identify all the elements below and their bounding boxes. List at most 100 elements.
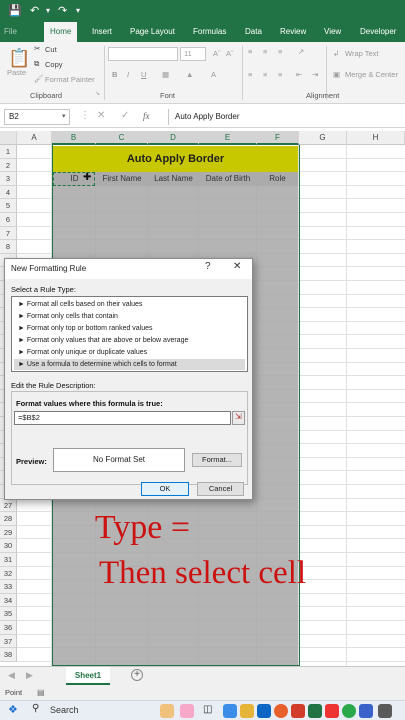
font-name-box[interactable] xyxy=(108,47,178,61)
zoom-icon[interactable] xyxy=(359,704,373,718)
whatsapp-icon[interactable] xyxy=(342,704,356,718)
merge-center-button[interactable]: Merge & Center xyxy=(345,70,398,79)
accessibility-icon[interactable]: ▤ xyxy=(37,688,45,697)
dialog-close-button[interactable]: ✕ xyxy=(233,261,241,272)
save-icon[interactable]: 💾 xyxy=(8,4,22,17)
scroll-sheets-left-icon[interactable]: ◀ xyxy=(8,670,15,681)
copy-button[interactable]: Copy xyxy=(45,60,63,69)
orientation-icon[interactable]: ↗ xyxy=(298,47,304,56)
column-header-e[interactable]: E xyxy=(199,131,257,145)
rule-formula-input[interactable]: =$B$2 xyxy=(14,411,231,425)
fill-color-icon[interactable]: ▲ xyxy=(186,70,193,79)
shrink-font-icon[interactable]: Aˇ xyxy=(226,49,234,58)
borders-icon[interactable]: ▦ xyxy=(162,70,169,79)
insert-function-icon[interactable]: fx xyxy=(143,111,150,121)
tab-formulas[interactable]: Formulas xyxy=(193,22,226,42)
formula-input[interactable]: Auto Apply Border xyxy=(168,109,401,125)
bold-button[interactable]: B xyxy=(112,70,117,79)
format-painter-button[interactable]: Format Painter xyxy=(45,75,95,84)
tab-insert[interactable]: Insert xyxy=(92,22,112,42)
row-header[interactable]: 37 xyxy=(0,634,17,649)
cancel-button[interactable]: Cancel xyxy=(197,482,244,496)
taskbar-search-box[interactable]: Search xyxy=(50,705,79,715)
widgets-icon[interactable] xyxy=(160,704,174,718)
file-explorer-icon[interactable] xyxy=(240,704,254,718)
rule-option-unique-duplicate[interactable]: ► Format only unique or duplicate values xyxy=(14,347,245,358)
rule-type-list[interactable]: ► Format all cells based on their values… xyxy=(11,296,248,372)
select-all-corner[interactable] xyxy=(0,131,17,145)
align-middle-icon[interactable]: ≡ xyxy=(263,47,267,56)
task-view-icon[interactable]: ◫ xyxy=(203,704,212,715)
paste-button[interactable]: Paste xyxy=(7,68,26,77)
row-header[interactable]: 38 xyxy=(0,648,17,662)
tab-developer[interactable]: Developer xyxy=(360,22,396,42)
cut-button[interactable]: Cut xyxy=(45,45,57,54)
rule-option-all-cells[interactable]: ► Format all cells based on their values xyxy=(14,299,245,310)
tab-file[interactable]: File xyxy=(4,22,17,42)
increase-indent-icon[interactable]: ⇥ xyxy=(312,70,318,79)
clipboard-launcher-icon[interactable]: ↘ xyxy=(95,90,100,97)
ok-button[interactable]: OK xyxy=(141,482,189,496)
sheet-tab-sheet1[interactable]: Sheet1 xyxy=(66,667,110,685)
recorder-icon[interactable] xyxy=(325,704,339,718)
windows-start-icon[interactable]: ❖ xyxy=(8,703,18,716)
rule-option-cells-contain[interactable]: ► Format only cells that contain xyxy=(14,311,245,322)
rule-option-top-bottom[interactable]: ► Format only top or bottom ranked value… xyxy=(14,323,245,334)
tab-review[interactable]: Review xyxy=(280,22,306,42)
confirm-entry-icon[interactable]: ✓ xyxy=(121,110,129,121)
firefox-icon[interactable] xyxy=(274,704,288,718)
align-left-icon[interactable]: ≡ xyxy=(248,70,252,79)
copilot-icon[interactable] xyxy=(180,704,194,718)
rule-option-use-formula[interactable]: ► Use a formula to determine which cells… xyxy=(14,359,245,370)
align-bottom-icon[interactable]: ≡ xyxy=(278,47,282,56)
column-header-c[interactable]: C xyxy=(96,131,148,145)
decrease-indent-icon[interactable]: ⇤ xyxy=(296,70,302,79)
column-header-a[interactable]: A xyxy=(17,131,52,145)
italic-button[interactable]: I xyxy=(127,70,129,79)
scroll-sheets-right-icon[interactable]: ▶ xyxy=(26,670,33,681)
dialog-help-button[interactable]: ? xyxy=(205,261,211,272)
column-header-h[interactable]: H xyxy=(347,131,405,145)
name-box[interactable]: B2 xyxy=(4,109,70,125)
tab-view[interactable]: View xyxy=(324,22,341,42)
row-header[interactable]: 3 xyxy=(0,172,17,186)
row-header[interactable]: 8 xyxy=(0,240,17,254)
undo-dropdown-icon[interactable]: ▾ xyxy=(46,6,50,15)
undo-icon[interactable]: ↶ xyxy=(30,4,39,17)
row-header[interactable]: 7 xyxy=(0,226,17,241)
name-box-dropdown-icon[interactable]: ▾ xyxy=(62,112,66,120)
row-header[interactable]: 35 xyxy=(0,607,17,621)
linkedin-icon[interactable] xyxy=(257,704,271,718)
range-selector-button[interactable]: ⇲ xyxy=(232,411,245,425)
format-button[interactable]: Format... xyxy=(192,453,242,467)
row-header[interactable]: 6 xyxy=(0,213,17,227)
column-header-g[interactable]: G xyxy=(299,131,347,145)
redo-icon[interactable]: ↷ xyxy=(58,4,67,17)
tab-page-layout[interactable]: Page Layout xyxy=(130,22,175,42)
underline-button[interactable]: U xyxy=(141,70,146,79)
align-center-icon[interactable]: ≡ xyxy=(263,70,267,79)
column-header-f[interactable]: F xyxy=(257,131,299,145)
new-sheet-button[interactable]: + xyxy=(131,669,143,681)
align-top-icon[interactable]: ≡ xyxy=(248,47,252,56)
tab-data[interactable]: Data xyxy=(245,22,262,42)
row-header[interactable]: 2 xyxy=(0,158,17,173)
edge-icon[interactable] xyxy=(223,704,237,718)
row-header[interactable]: 4 xyxy=(0,185,17,200)
terminal-icon[interactable] xyxy=(378,704,392,718)
font-size-box[interactable]: 11 xyxy=(180,47,206,61)
row-header[interactable]: 1 xyxy=(0,145,17,159)
font-color-icon[interactable]: A xyxy=(211,70,216,79)
row-header[interactable]: 34 xyxy=(0,593,17,608)
column-header-b[interactable]: B xyxy=(52,131,96,145)
tab-home[interactable]: Home xyxy=(44,22,78,42)
paste-icon[interactable]: 📋 xyxy=(8,48,30,69)
customize-qat-icon[interactable]: ▾ xyxy=(76,6,80,15)
row-header[interactable]: 5 xyxy=(0,199,17,213)
powerpoint-icon[interactable] xyxy=(291,704,305,718)
column-header-d[interactable]: D xyxy=(148,131,199,145)
excel-icon[interactable] xyxy=(308,704,322,718)
align-right-icon[interactable]: ≡ xyxy=(278,70,282,79)
row-header[interactable]: 36 xyxy=(0,621,17,635)
grow-font-icon[interactable]: Aˆ xyxy=(213,49,221,58)
